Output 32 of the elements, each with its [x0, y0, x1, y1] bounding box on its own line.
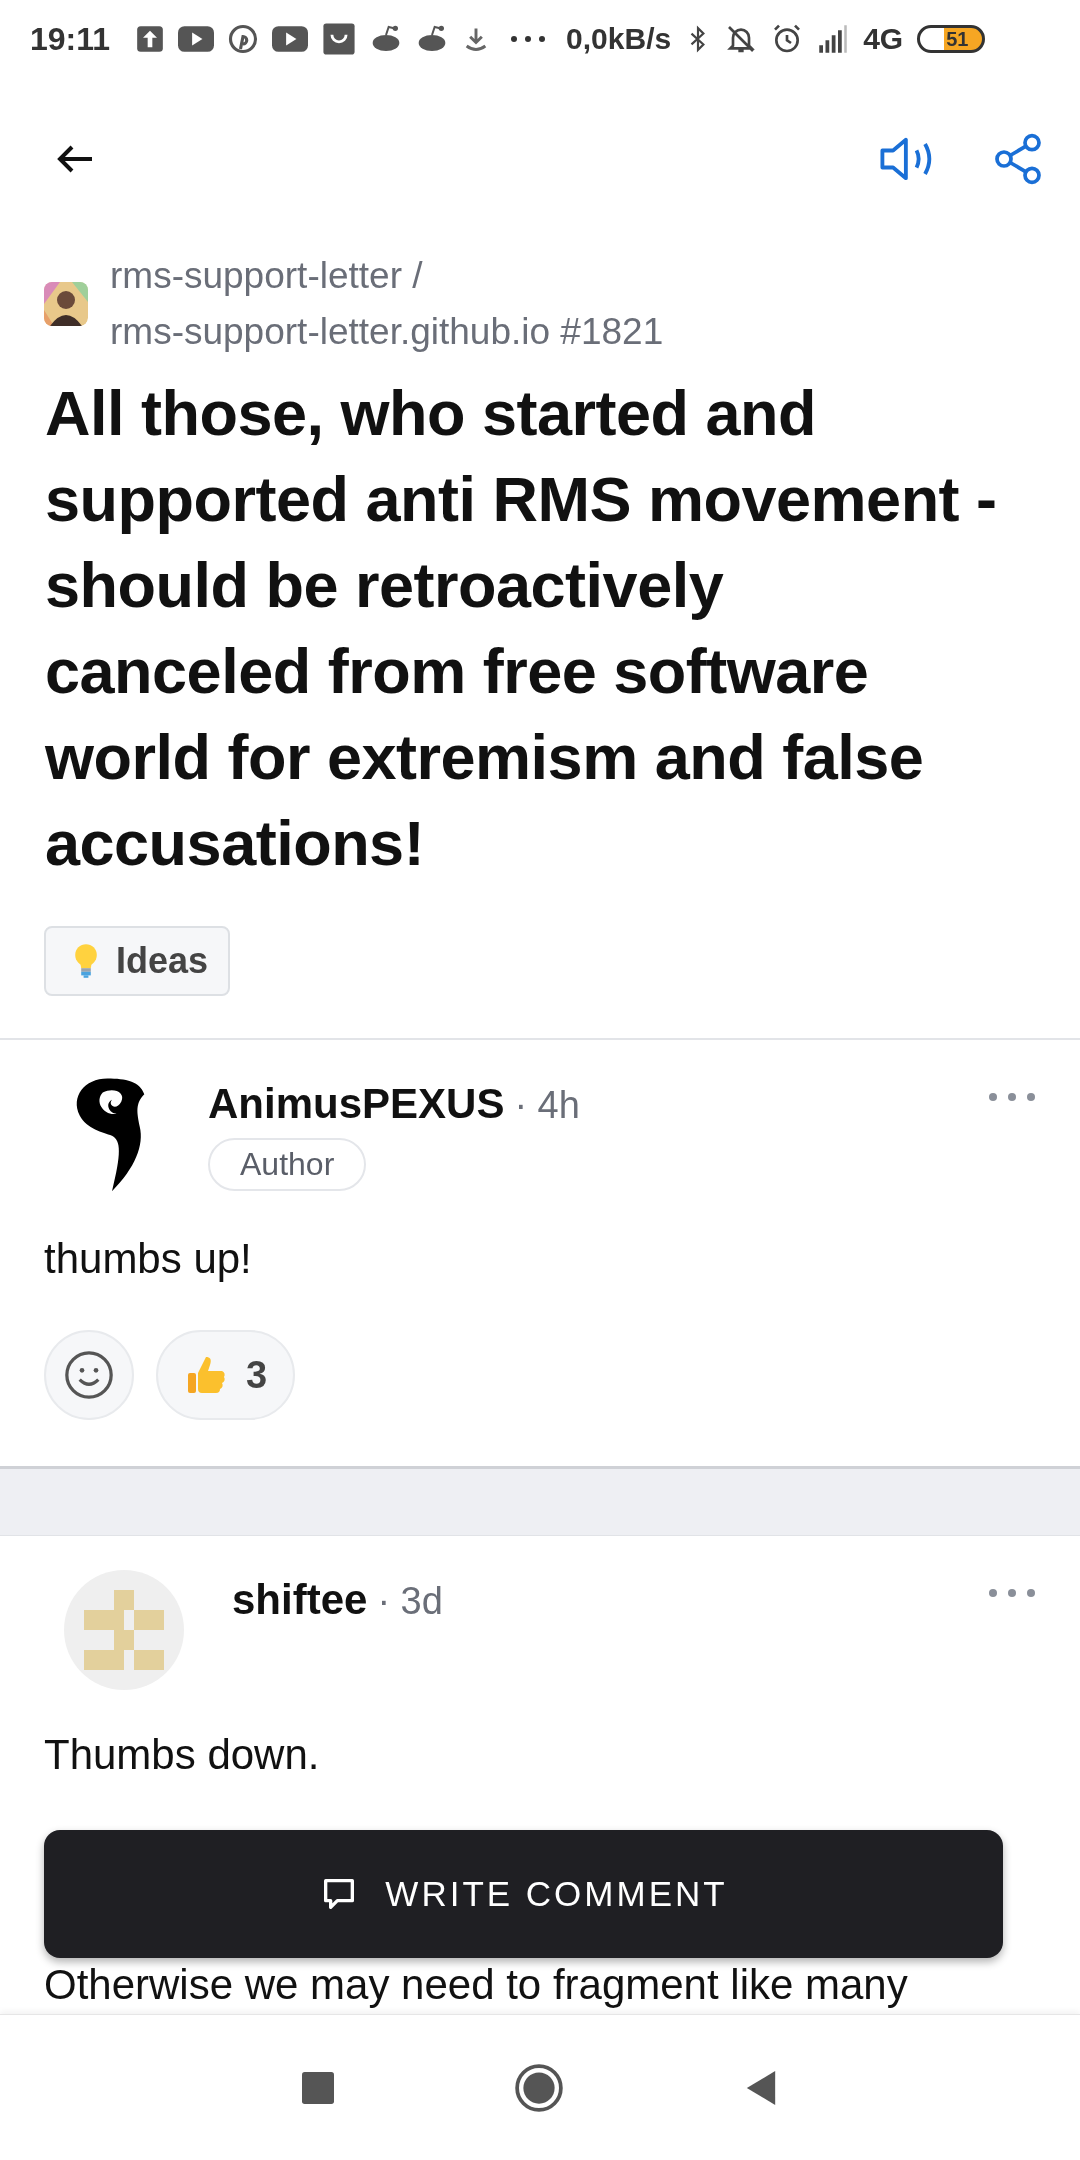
- write-comment-button[interactable]: WRITE COMMENT: [44, 1830, 1003, 1958]
- bell-off-icon: [725, 23, 758, 55]
- recent-apps-icon[interactable]: [302, 2071, 334, 2104]
- network-speed: 0,0kB/s: [566, 22, 672, 56]
- author-badge: Author: [208, 1138, 367, 1191]
- battery-indicator: 51: [917, 25, 986, 53]
- repository-owner[interactable]: rms-support-letter /: [110, 248, 664, 304]
- more-icon[interactable]: [988, 1588, 1036, 1598]
- more-icon: [510, 35, 547, 43]
- discussion-title: All those, who started and supported anti RMS movement - should be retroactively canceled from free software world for extremism and false accusations!: [45, 377, 998, 880]
- comment-text: Thumbs down.: [44, 1730, 321, 1780]
- category-label: Ideas: [116, 940, 209, 982]
- author-name[interactable]: shiftee: [232, 1576, 368, 1624]
- network-type: 4G: [863, 22, 904, 56]
- repository-name[interactable]: rms-support-letter.github.io #1821: [110, 304, 664, 360]
- comment-time: · 4h: [514, 1084, 580, 1127]
- video-play-icon: [178, 26, 215, 52]
- signal-icon: [817, 24, 850, 54]
- video-play-icon: [272, 26, 309, 52]
- home-icon[interactable]: [514, 2062, 564, 2113]
- upload-icon: [136, 25, 165, 53]
- comment-text: Otherwise we may need to fragment like many: [44, 1960, 909, 2010]
- comment-text: thumbs up!: [44, 1234, 253, 1284]
- pin-circle-icon: [228, 24, 259, 54]
- author-name[interactable]: AnimusPEXUS: [208, 1080, 505, 1128]
- reaction-button[interactable]: 3: [156, 1330, 296, 1420]
- status-time: 19:11: [30, 20, 111, 58]
- comment-time: · 3d: [377, 1580, 443, 1623]
- lightbulb-icon: [74, 943, 98, 979]
- category-chip[interactable]: Ideas: [44, 926, 231, 996]
- more-icon[interactable]: [988, 1092, 1036, 1102]
- shopping-bag-icon: [322, 22, 357, 56]
